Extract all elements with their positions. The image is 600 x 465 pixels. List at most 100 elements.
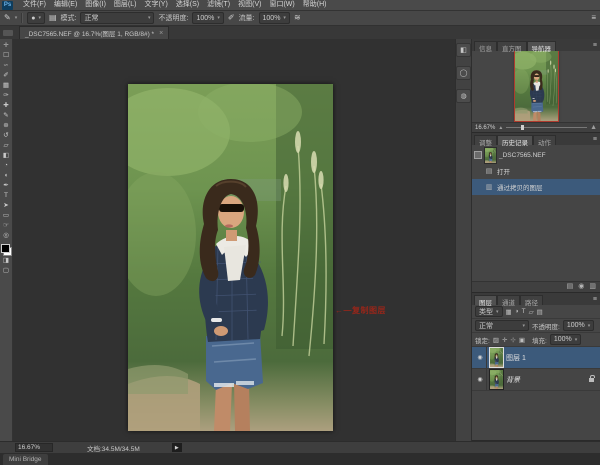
menu-item-4[interactable]: 文字(Y) [140,0,171,10]
menu-item-2[interactable]: 图像(I) [81,0,110,10]
shape-tool[interactable]: ▭ [1,211,12,221]
navigator-thumbnail[interactable] [515,51,558,121]
new-snapshot-icon[interactable]: ◉ [578,283,584,291]
close-icon[interactable]: × [159,30,163,37]
color-swatches[interactable] [1,244,12,256]
layer-filter-kind-icon-2[interactable]: T [522,308,526,316]
zoom-out-icon[interactable]: ▲ [498,125,503,131]
panel-menu-icon[interactable]: ≡ [593,296,597,303]
pen-tool[interactable]: ✒ [1,181,12,191]
pressure-opacity-icon[interactable]: ✐ [228,14,235,22]
type-tool[interactable]: T [1,191,12,201]
layers-tab-2[interactable]: 路径 [520,295,543,305]
layer-opacity-field[interactable]: 100% ▾ [563,320,594,331]
history-tab-1[interactable]: 历史记录 [497,135,533,145]
layers-tab-0[interactable]: 图层 [474,295,497,305]
panel-menu-icon[interactable]: ≡ [593,136,597,143]
clone-stamp-tool[interactable]: ⊛ [1,121,12,131]
quick-selection-tool[interactable]: ✐ [1,71,12,81]
menu-item-6[interactable]: 滤镜(T) [203,0,234,10]
brush-tool[interactable]: ✎ [1,111,12,121]
eyedropper-tool[interactable]: ✑ [1,91,12,101]
layer-filter-kind-icon-4[interactable]: ▤ [537,308,543,316]
flow-field[interactable]: 100% ▾ [259,12,290,24]
new-doc-from-state-icon[interactable]: ▤ [567,283,574,291]
menu-item-8[interactable]: 窗口(W) [265,0,298,10]
toolbar-toggle[interactable] [3,30,13,36]
path-selection-tool[interactable]: ➤ [1,201,12,211]
collapsed-panel-masks-icon[interactable]: ◯ [456,66,471,80]
document-tab[interactable]: _DSC7565.NEF @ 16.7%(图层 1, RGB/8#) * × [19,26,169,39]
history-brush-source-box[interactable] [474,151,482,159]
dodge-tool[interactable]: ◖ [1,171,12,181]
menu-item-7[interactable]: 视图(V) [234,0,265,10]
history-item-2[interactable]: ▥通过拷贝的图层 [472,179,600,195]
layer-row-1[interactable]: ◉背景 [472,369,600,391]
hand-tool[interactable]: ☞ [1,221,12,231]
fill-field[interactable]: 100% ▾ [550,334,581,345]
brush-tool-icon[interactable]: ✎ [4,14,11,22]
navigator-tab-1[interactable]: 直方图 [497,41,527,51]
history-tab-0[interactable]: 调整 [474,135,497,145]
layer-thumbnail[interactable] [490,370,503,389]
collapsed-panel-info-icon[interactable]: ◍ [456,89,471,103]
photo-document[interactable] [128,84,333,431]
zoom-in-icon[interactable]: ▲ [590,124,597,131]
layer-filter-select[interactable]: 类型 ▾ [475,306,503,317]
history-tab-2[interactable]: 动作 [533,135,556,145]
tool-preset-chevron-icon[interactable]: ▾ [15,15,18,21]
eye-icon[interactable]: ◉ [477,354,482,361]
brush-preset-picker[interactable]: ● ▾ [27,12,45,24]
lasso-tool[interactable]: ∽ [1,61,12,71]
mode-select[interactable]: 正常 ▾ [80,12,154,24]
blend-mode-select[interactable]: 正常 ▾ [475,320,529,331]
visibility-cell[interactable]: ◉ [474,369,487,390]
collapsed-panel-adjustments-icon[interactable]: ◧ [456,43,471,57]
canvas-area[interactable]: ←—复制图层 [13,39,455,441]
zoom-tool[interactable]: ◎ [1,231,12,241]
menu-item-3[interactable]: 图层(L) [110,0,141,10]
blur-tool[interactable]: ◔ [1,161,12,171]
workspace-switcher-icon[interactable]: ≡ [591,14,596,22]
airbrush-icon[interactable]: ≋ [294,14,301,22]
visibility-cell[interactable]: ◉ [474,347,487,368]
delete-state-icon[interactable]: ▥ [589,283,596,291]
toggle-brush-panel-icon[interactable]: ▤ [49,14,57,22]
quick-mask-icon[interactable]: ◨ [1,256,12,266]
crop-tool[interactable]: ▦ [1,81,12,91]
layer-filter-kind-icon-1[interactable]: ◑ [515,308,519,316]
history-item-1[interactable]: ▤打开 [472,163,600,179]
lock-icon-2[interactable]: ⊹ [510,336,515,344]
mini-bridge-tab[interactable]: Mini Bridge [3,454,48,465]
panel-menu-icon[interactable]: ≡ [593,42,597,49]
layer-filter-kind-icon-0[interactable]: ▦ [506,308,512,316]
navigator-tab-2[interactable]: 导航器 [527,41,557,51]
screen-mode-icon[interactable]: ▢ [1,266,12,276]
layers-tab-1[interactable]: 通道 [497,295,520,305]
menu-item-9[interactable]: 帮助(H) [299,0,331,10]
eye-icon[interactable]: ◉ [477,376,482,383]
menu-item-1[interactable]: 编辑(E) [50,0,81,10]
layer-row-0[interactable]: ◉图层 1 [472,347,600,369]
history-brush-tool[interactable]: ↺ [1,131,12,141]
gradient-tool[interactable]: ◧ [1,151,12,161]
opacity-field[interactable]: 100% ▾ [192,12,223,24]
healing-brush-tool[interactable]: ✚ [1,101,12,111]
layer-filter-kind-icon-3[interactable]: ▱ [529,308,534,316]
marquee-tool[interactable]: ☐ [1,51,12,61]
history-item-0[interactable]: _DSC7565.NEF [472,147,600,163]
layer-thumbnail[interactable] [490,348,503,367]
zoom-percent-field[interactable]: 16.67% [15,443,53,452]
navigator-zoom-value[interactable]: 16.67% [475,125,495,131]
eraser-tool[interactable]: ▱ [1,141,12,151]
status-expand-button[interactable]: ▶ [172,443,182,452]
lock-icon-1[interactable]: ✛ [502,336,507,344]
lock-icon-0[interactable]: ▨ [493,336,499,344]
navigator-tab-0[interactable]: 信息 [474,41,497,51]
lock-icon-3[interactable]: ▣ [519,336,525,344]
menu-item-0[interactable]: 文件(F) [19,0,50,10]
move-tool[interactable]: ✛ [1,41,12,51]
foreground-color-swatch[interactable] [1,244,10,253]
menu-item-5[interactable]: 选择(S) [172,0,203,10]
navigator-zoom-slider[interactable] [506,127,587,128]
